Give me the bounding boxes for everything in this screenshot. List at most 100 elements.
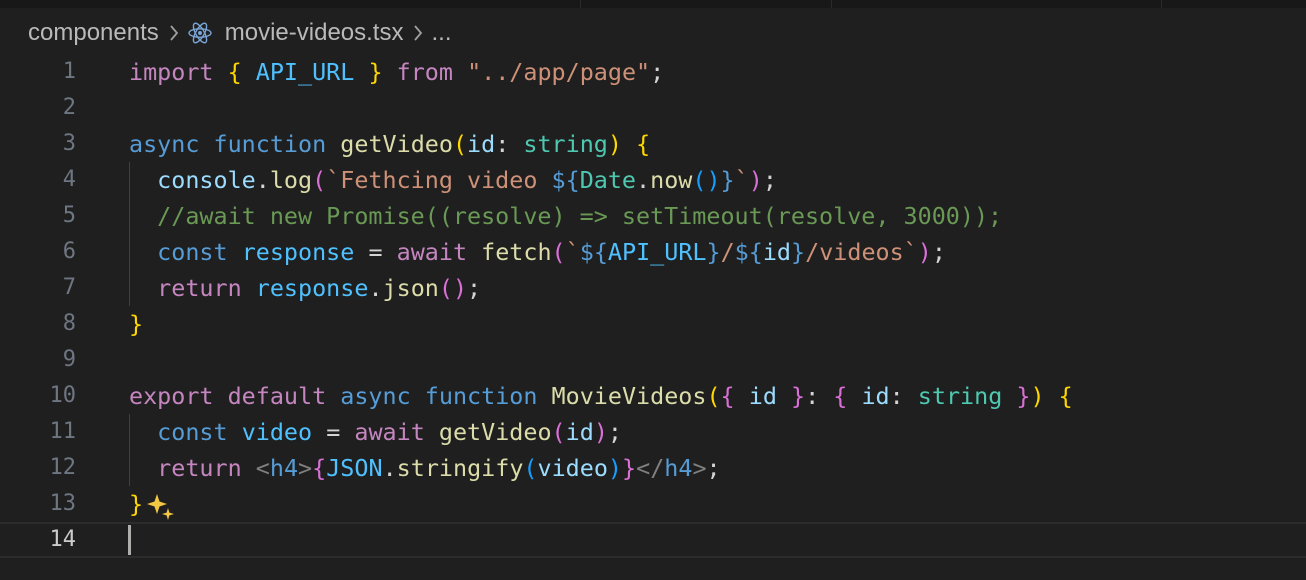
- code-line[interactable]: 14: [0, 522, 1306, 558]
- code-token: id: [467, 130, 496, 158]
- line-number: 8: [62, 311, 76, 336]
- code-token: h4: [269, 454, 299, 482]
- code-line[interactable]: 13}: [0, 486, 1306, 522]
- code-token: await: [354, 418, 425, 446]
- code-text: }: [129, 306, 143, 342]
- code-line[interactable]: 6 const response = await fetch(`${API_UR…: [0, 234, 1306, 270]
- code-token: ${: [734, 238, 763, 266]
- code-token: (: [551, 418, 566, 446]
- code-line[interactable]: 9: [0, 342, 1306, 378]
- code-line[interactable]: 2: [0, 90, 1306, 126]
- breadcrumb-folder[interactable]: components: [28, 19, 159, 47]
- code-lines[interactable]: 1 import { API_URL } from "../app/page"; 2…: [0, 54, 1306, 558]
- code-token: </: [636, 454, 665, 482]
- code-token: now: [650, 166, 693, 194]
- line-number: 1: [62, 59, 76, 84]
- code-token: >: [692, 454, 707, 482]
- code-token: API_URL: [241, 58, 369, 86]
- code-token: ): [917, 238, 932, 266]
- code-token: console: [157, 166, 256, 194]
- tab-divider: [831, 0, 832, 8]
- code-token: await: [396, 238, 468, 266]
- code-token: }: [720, 166, 735, 194]
- code-editor[interactable]: components movie-videos.tsx ... 1 import …: [0, 0, 1306, 580]
- code-token: :: [805, 382, 834, 410]
- code-token: }: [368, 58, 383, 86]
- code-token: `: [734, 166, 749, 194]
- code-token: (: [551, 238, 566, 266]
- code-text: import { API_URL } from "../app/page";: [129, 54, 664, 90]
- code-line[interactable]: 8}: [0, 306, 1306, 342]
- code-line[interactable]: 7 return response.json();: [0, 270, 1306, 306]
- code-token: function: [213, 130, 327, 158]
- code-token: string: [523, 130, 608, 158]
- code-token: ;: [650, 58, 665, 86]
- line-number: 12: [49, 455, 77, 480]
- code-token: json: [382, 274, 439, 302]
- code-token: Date: [579, 166, 637, 194]
- chevron-right-icon: [413, 24, 423, 42]
- code-line[interactable]: 10 export default async function MovieVid…: [0, 378, 1306, 414]
- code-token: string: [917, 382, 1003, 410]
- code-line[interactable]: 12 return <h4>{JSON.stringify(video)}</h…: [0, 450, 1306, 486]
- code-token: (: [312, 166, 327, 194]
- code-token: ${: [579, 238, 608, 266]
- code-line[interactable]: 11 const video = await getVideo(id);: [0, 414, 1306, 450]
- code-token: >: [298, 454, 313, 482]
- code-token: ): [593, 418, 608, 446]
- code-token: (): [692, 166, 721, 194]
- code-token: }: [129, 310, 144, 338]
- code-token: {: [720, 382, 735, 410]
- tab-bar: [0, 0, 1306, 8]
- sparkle-icon[interactable]: [145, 491, 175, 521]
- code-line[interactable]: 3 async function getVideo(id: string) {: [0, 126, 1306, 162]
- code-text: }: [129, 486, 175, 522]
- code-token: async: [129, 130, 200, 158]
- code-line[interactable]: 5 //await new Promise((resolve) => setTi…: [0, 198, 1306, 234]
- code-token: //await new Promise((resolve) => setTime…: [157, 202, 1003, 230]
- code-token: {: [636, 130, 651, 158]
- line-number: 13: [49, 491, 77, 516]
- breadcrumb-file[interactable]: movie-videos.tsx: [225, 19, 404, 47]
- code-line[interactable]: 1 import { API_URL } from "../app/page";: [0, 54, 1306, 90]
- line-number: 10: [49, 383, 77, 408]
- tab-divider: [580, 0, 581, 8]
- code-token: :: [495, 130, 524, 158]
- line-number: 2: [62, 95, 76, 120]
- code-token: {: [227, 58, 242, 86]
- code-token: ;: [762, 166, 777, 194]
- code-token: ): [607, 454, 623, 482]
- code-token: getVideo: [438, 418, 552, 446]
- line-number: 14: [49, 527, 77, 552]
- code-text: return <h4>{JSON.stringify(video)}</h4>;: [129, 450, 720, 486]
- code-token: getVideo: [340, 130, 453, 158]
- line-number: 11: [49, 419, 77, 444]
- code-token: }: [129, 490, 144, 518]
- code-token: id: [565, 418, 594, 446]
- code-token: MovieVideos: [551, 382, 707, 410]
- breadcrumb-symbol-more[interactable]: ...: [431, 19, 451, 47]
- line-number: 5: [62, 203, 76, 228]
- code-token: ): [607, 130, 622, 158]
- code-token: log: [269, 166, 313, 194]
- code-token: .: [255, 166, 270, 194]
- code-token: (: [452, 130, 468, 158]
- breadcrumb: components movie-videos.tsx ...: [28, 16, 452, 50]
- code-line[interactable]: 4 console.log(`Fethcing video ${Date.now…: [0, 162, 1306, 198]
